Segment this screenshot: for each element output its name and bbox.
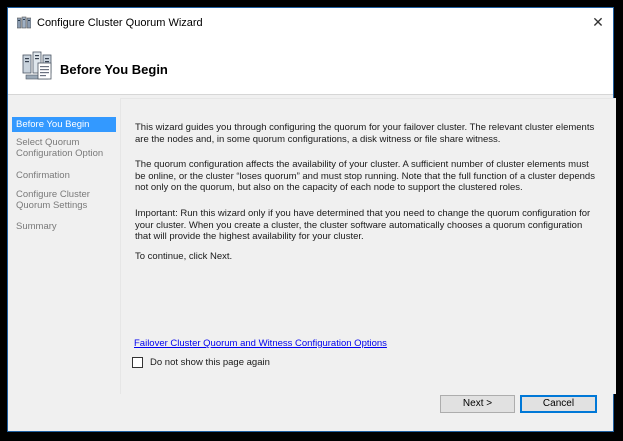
title-bar[interactable]: Configure Cluster Quorum Wizard ✕ — [8, 8, 613, 36]
step-confirmation: Confirmation — [16, 170, 70, 181]
intro-paragraph: This wizard guides you through configuri… — [135, 122, 595, 145]
cancel-button[interactable]: Cancel — [520, 395, 597, 413]
content-panel: This wizard guides you through configuri… — [120, 98, 616, 394]
close-icon: ✕ — [592, 14, 604, 30]
quorum-options-link[interactable]: Failover Cluster Quorum and Witness Conf… — [134, 338, 387, 349]
availability-paragraph: The quorum configuration affects the ava… — [135, 159, 595, 193]
wizard-steps: Before You Begin Select Quorum Configura… — [8, 95, 116, 395]
wizard-header: Before You Begin — [8, 36, 613, 95]
step-before-you-begin[interactable]: Before You Begin — [12, 117, 116, 132]
important-paragraph: Important: Run this wizard only if you h… — [135, 208, 591, 242]
continue-instruction: To continue, click Next. — [135, 251, 233, 262]
close-button[interactable]: ✕ — [583, 8, 613, 36]
step-configure-cluster-quorum-settings: Configure Cluster Quorum Settings — [16, 189, 90, 211]
cluster-servers-icon — [22, 51, 52, 80]
step-select-quorum-configuration-option: Select Quorum Configuration Option — [16, 137, 104, 159]
window-title: Configure Cluster Quorum Wizard — [37, 17, 203, 29]
next-button[interactable]: Next > — [440, 395, 515, 413]
wizard-window: Configure Cluster Quorum Wizard ✕ Before… — [7, 7, 616, 432]
dont-show-again-checkbox[interactable] — [132, 357, 143, 368]
cluster-app-icon — [17, 16, 31, 29]
dont-show-again-label[interactable]: Do not show this page again — [150, 357, 270, 368]
page-title: Before You Begin — [60, 62, 168, 77]
step-summary: Summary — [16, 221, 57, 232]
